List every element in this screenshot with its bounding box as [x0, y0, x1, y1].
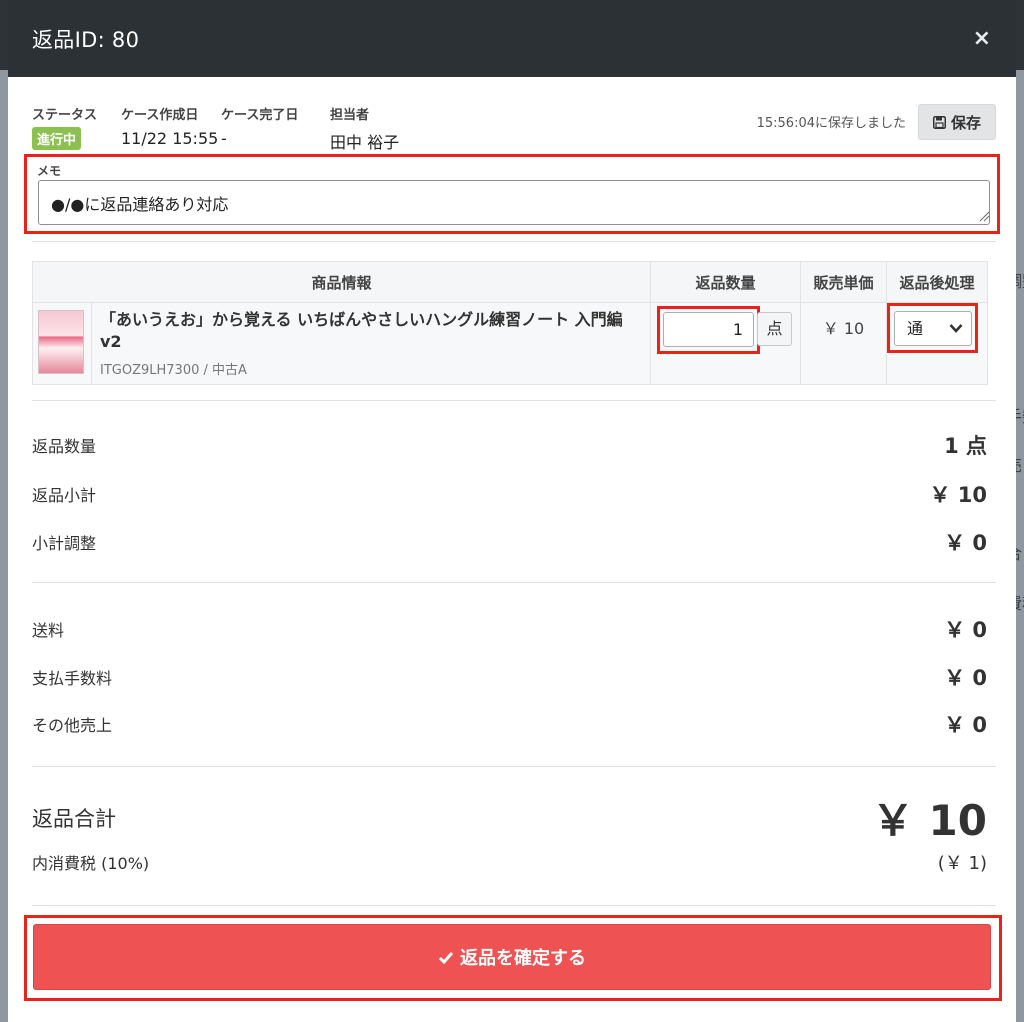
header-after-process: 返品後処理 — [886, 261, 988, 303]
memo-label: メモ — [37, 164, 62, 178]
adjust-value: ￥ 0 — [944, 531, 987, 555]
tax-label: 内消費税 (10%) — [32, 854, 150, 873]
modal-header: 返品ID: 80 × — [8, 0, 1016, 77]
return-qty-value: 1 点 — [944, 434, 987, 458]
created-value: 11/22 15:55 — [121, 129, 219, 148]
return-modal: 返品ID: 80 × ステータス 進行中 ケース作成日 11/22 15:55 … — [8, 0, 1016, 1022]
qty-cell: 1 点 — [650, 302, 801, 385]
summary-fee: 支払手数料 ￥ 0 — [32, 662, 987, 692]
status-field: ステータス 進行中 — [32, 104, 97, 150]
fee-label: 支払手数料 — [32, 669, 113, 688]
summary-total: 返品合計 ￥ 10 — [32, 787, 987, 848]
after-process-value: 通 — [907, 319, 924, 338]
tax-value: (￥ 1) — [937, 853, 987, 874]
assignee-label: 担当者 — [330, 108, 370, 123]
case-meta: ステータス 進行中 ケース作成日 11/22 15:55 ケース完了日 - 担当… — [32, 104, 996, 152]
save-button[interactable]: 保存 — [918, 104, 996, 140]
unit-price: ￥ 10 — [800, 302, 887, 385]
completed-label: ケース完了日 — [221, 108, 299, 123]
after-process-cell: 通 — [886, 302, 988, 385]
product-sku: ITGOZ9LH7300 / 中古A — [100, 363, 247, 378]
divider — [32, 241, 996, 242]
memo-section: メモ ●/●に返品連絡あり対応 — [24, 154, 1000, 234]
table-row: 「あいうえお」から覚える いちばんやさしいハングル練習ノート 入門編v2 ITG… — [32, 302, 988, 385]
saved-status: 15:56:04に保存しました — [756, 116, 906, 131]
resize-grip-icon[interactable] — [978, 210, 990, 222]
fee-value: ￥ 0 — [944, 666, 987, 690]
return-qty-label: 返品数量 — [32, 437, 97, 456]
summary-other: その他売上 ￥ 0 — [32, 709, 987, 739]
qty-unit-addon: 点 — [757, 312, 792, 346]
assignee-field: 担当者 田中 裕子 — [330, 104, 399, 153]
confirm-label: 返品を確定する — [460, 948, 586, 969]
subtotal-value: ￥ 10 — [929, 483, 987, 507]
created-field: ケース作成日 11/22 15:55 — [121, 104, 218, 148]
return-qty-input[interactable]: 1 — [663, 312, 754, 347]
status-label: ステータス — [32, 108, 98, 123]
memo-textarea[interactable]: ●/●に返品連絡あり対応 — [38, 180, 990, 225]
product-name: 「あいうえお」から覚える いちばんやさしいハングル練習ノート 入門編v2 — [100, 310, 623, 351]
product-info-cell: 「あいうえお」から覚える いちばんやさしいハングル練習ノート 入門編v2 ITG… — [91, 302, 651, 385]
save-label: 保存 — [950, 113, 981, 132]
floppy-icon — [932, 115, 946, 129]
close-icon[interactable]: × — [973, 26, 991, 51]
other-label: その他売上 — [32, 716, 113, 735]
header-product-info: 商品情報 — [32, 261, 651, 303]
thumbnail-cell — [32, 302, 92, 385]
modal-title: 返品ID: 80 — [32, 27, 140, 52]
header-return-qty: 返品数量 — [650, 261, 801, 303]
total-value: ￥ 10 — [871, 796, 987, 845]
chevron-down-icon — [949, 324, 963, 333]
total-label: 返品合計 — [32, 806, 116, 831]
other-value: ￥ 0 — [944, 713, 987, 737]
return-items-table: 商品情報 返品数量 販売単価 返品後処理 「あいうえお」から覚える いちばんやさ… — [32, 261, 988, 385]
divider — [32, 400, 996, 401]
subtotal-label: 返品小計 — [32, 486, 97, 505]
completed-value: - — [221, 129, 227, 148]
completed-field: ケース完了日 - — [221, 104, 298, 148]
status-badge: 進行中 — [32, 127, 82, 150]
created-label: ケース作成日 — [121, 108, 199, 123]
header-unit-price: 販売単価 — [800, 261, 887, 303]
summary-shipping: 送料 ￥ 0 — [32, 614, 987, 644]
check-icon — [438, 951, 454, 964]
shipping-value: ￥ 0 — [944, 618, 987, 642]
summary-return-qty: 返品数量 1 点 — [32, 430, 987, 460]
assignee-value: 田中 裕子 — [330, 133, 400, 152]
summary-adjust: 小計調整 ￥ 0 — [32, 527, 987, 557]
divider — [32, 582, 996, 583]
after-process-select[interactable]: 通 — [894, 311, 972, 346]
summary-subtotal: 返品小計 ￥ 10 — [32, 479, 987, 509]
divider — [32, 766, 996, 767]
product-thumbnail — [38, 310, 84, 374]
divider — [32, 905, 996, 906]
adjust-label: 小計調整 — [32, 534, 97, 553]
confirm-return-button[interactable]: 返品を確定する — [33, 924, 991, 990]
summary-tax: 内消費税 (10%) (￥ 1) — [32, 849, 987, 875]
shipping-label: 送料 — [32, 621, 65, 640]
